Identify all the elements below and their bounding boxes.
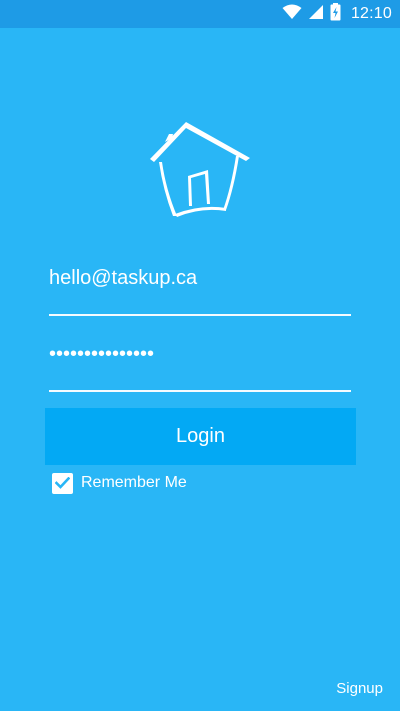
password-underline xyxy=(49,390,351,392)
email-underline xyxy=(49,314,351,316)
status-bar: 12:10 xyxy=(0,0,400,28)
wifi-icon xyxy=(282,4,302,25)
battery-charging-icon xyxy=(330,2,341,26)
email-field[interactable]: hello@taskup.ca xyxy=(49,266,351,316)
remember-me-label: Remember Me xyxy=(81,474,187,491)
signal-icon xyxy=(308,4,324,25)
password-field[interactable]: ••••••••••••••• xyxy=(49,342,351,392)
status-icons: 12:10 xyxy=(282,0,392,28)
remember-me[interactable]: Remember Me xyxy=(52,472,187,494)
email-value: hello@taskup.ca xyxy=(49,267,198,289)
house-icon xyxy=(146,118,254,224)
login-screen: 12:10 hello@taskup.ca ••••••••••••••• Lo… xyxy=(0,0,400,711)
checkmark-icon xyxy=(55,477,70,489)
remember-me-checkbox[interactable] xyxy=(52,472,73,494)
signup-link[interactable]: Signup xyxy=(336,680,383,697)
login-button[interactable]: Login xyxy=(45,408,356,465)
password-value: ••••••••••••••• xyxy=(49,343,155,365)
status-time: 12:10 xyxy=(350,5,392,22)
